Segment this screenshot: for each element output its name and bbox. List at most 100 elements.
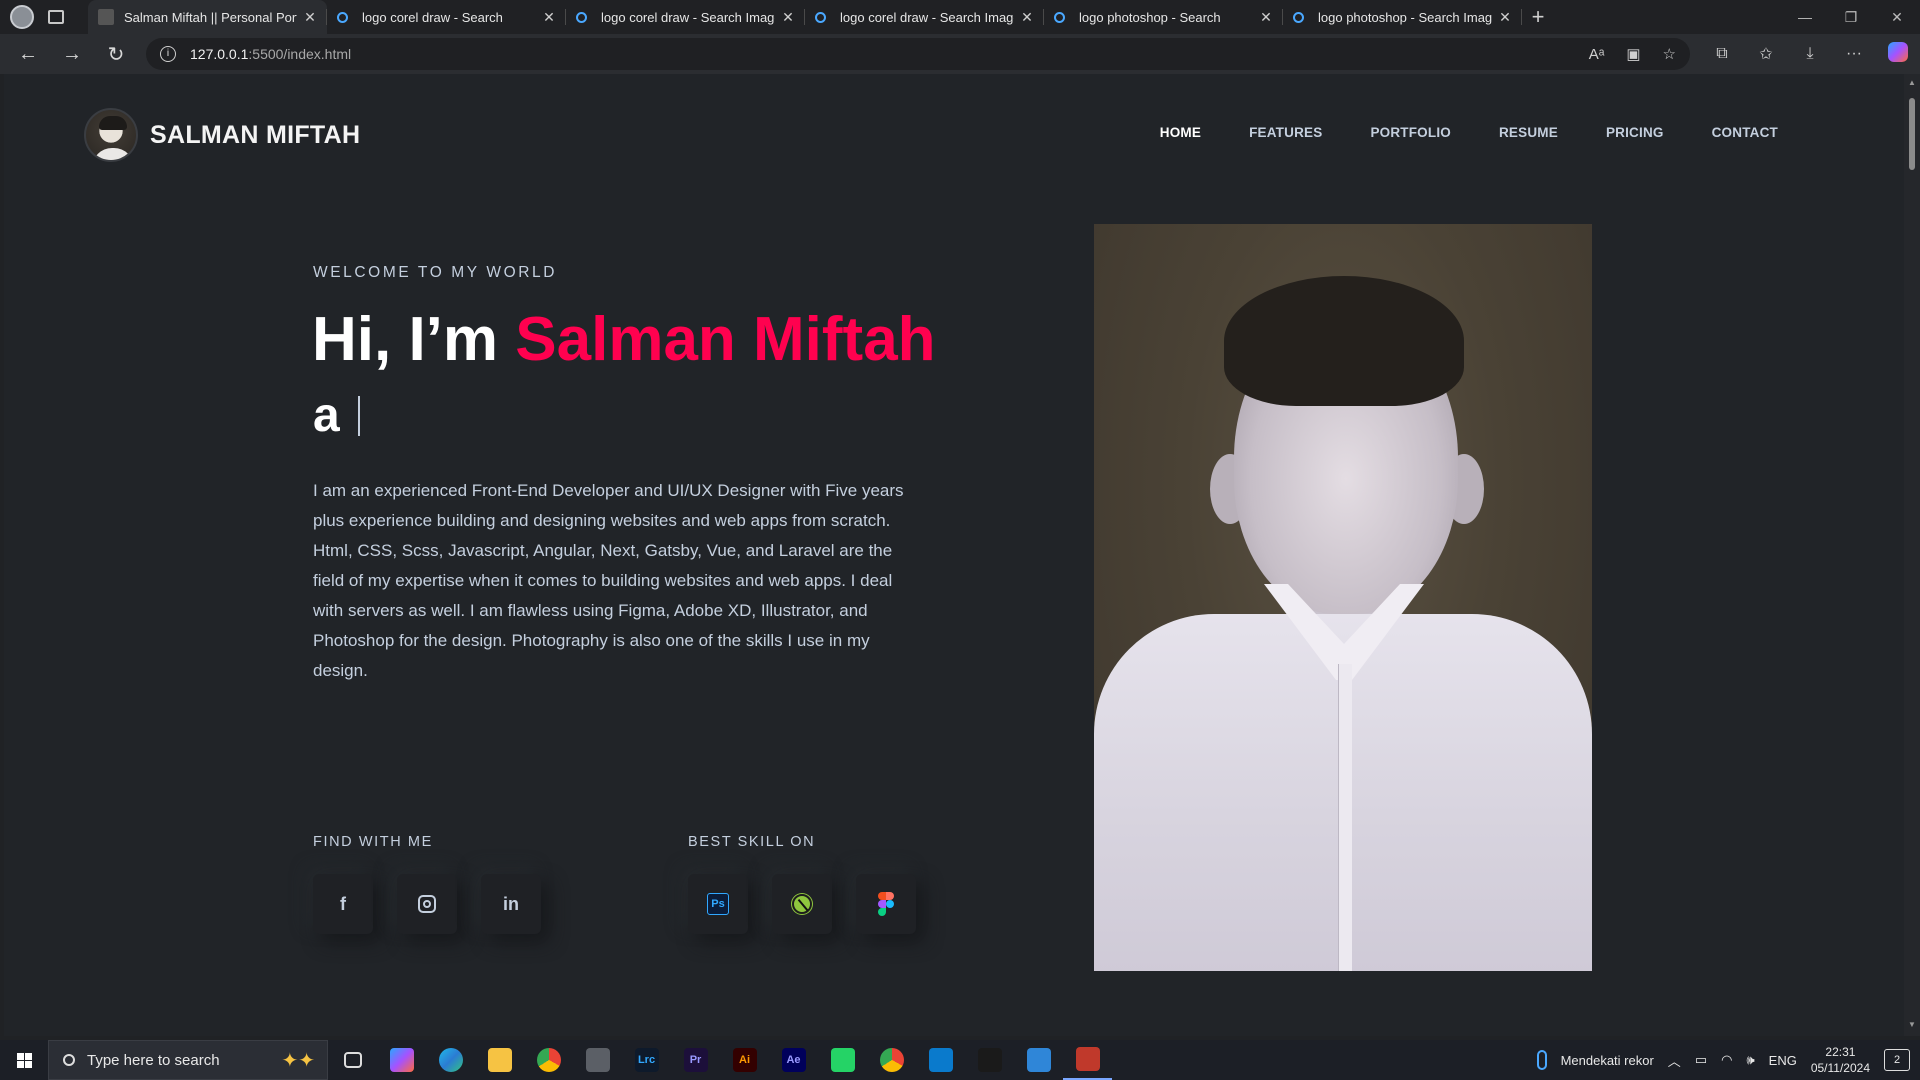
taskbar-search[interactable]: Type here to search ✦✦ <box>48 1040 328 1080</box>
avatar <box>84 108 138 162</box>
nav-resume[interactable]: RESUME <box>1499 125 1558 140</box>
close-tab-icon[interactable]: ✕ <box>542 9 556 26</box>
taskbar-app[interactable] <box>475 1040 524 1080</box>
coreldraw-app-icon <box>977 1048 1002 1072</box>
close-tab-icon[interactable]: ✕ <box>781 9 795 26</box>
taskbar-app[interactable] <box>573 1040 622 1080</box>
instagram-icon <box>418 895 436 913</box>
coreldraw-skill[interactable] <box>772 874 832 934</box>
nav-portfolio[interactable]: PORTFOLIO <box>1370 125 1451 140</box>
forward-icon[interactable]: → <box>50 43 94 66</box>
tab-actions-icon[interactable] <box>48 10 64 24</box>
browser-tab[interactable]: Salman Miftah || Personal Portfolio ✕ <box>88 0 327 34</box>
site-logo[interactable]: SALMAN MIFTAH <box>84 108 360 162</box>
search-icon <box>1054 11 1065 23</box>
url-field[interactable]: i 127.0.0.1:5500/index.html A͏ᵃ ▣ ☆ <box>146 38 1690 70</box>
notification-icon[interactable]: 2 <box>1884 1049 1910 1071</box>
linkedin-icon: in <box>503 893 519 914</box>
nav-home[interactable]: HOME <box>1160 125 1201 140</box>
back-icon[interactable]: ← <box>6 43 50 66</box>
network-icon[interactable]: ◠ <box>1721 1052 1732 1068</box>
taskbar-app[interactable]: Pr <box>671 1040 720 1080</box>
page-scrollbar[interactable]: ▲ ▼ <box>1904 74 1920 1036</box>
start-button[interactable] <box>0 1040 48 1080</box>
taskbar-apps: Lrc Pr Ai Ae <box>328 1040 1112 1080</box>
new-tab-button[interactable]: + <box>1522 4 1554 30</box>
downloads-icon[interactable]: ⤓ <box>1788 45 1832 63</box>
close-tab-icon[interactable]: ✕ <box>1259 9 1273 26</box>
immersive-reader-icon[interactable]: ▣ <box>1626 45 1640 63</box>
file-explorer-icon <box>487 1048 512 1072</box>
tray-chevron-icon[interactable]: ︿ <box>1668 1051 1681 1070</box>
close-tab-icon[interactable]: ✕ <box>303 9 317 26</box>
main-nav: HOME FEATURES PORTFOLIO RESUME PRICING CONTAC… <box>1160 125 1778 140</box>
taskbar-app[interactable]: Ae <box>769 1040 818 1080</box>
browser-tab[interactable]: logo corel draw - Search Images ✕ <box>566 0 805 34</box>
clock[interactable]: 22:31 05/11/2024 <box>1811 1044 1870 1076</box>
taskbar-app[interactable] <box>328 1040 377 1080</box>
clock-date: 05/11/2024 <box>1810 1061 1870 1075</box>
scroll-down-icon[interactable]: ▼ <box>1908 1021 1916 1029</box>
calculator-icon <box>585 1048 610 1072</box>
more-menu-icon[interactable]: ··· <box>1832 45 1876 63</box>
volume-icon[interactable]: 🕪 <box>1746 1052 1754 1068</box>
windows-taskbar: Type here to search ✦✦ Lrc Pr Ai Ae Mendeka… <box>0 1040 1920 1080</box>
taskbar-app[interactable] <box>867 1040 916 1080</box>
browser-tab[interactable]: logo corel draw - Search ✕ <box>327 0 566 34</box>
best-skill-label: BEST SKILL ON <box>688 834 816 850</box>
taskbar-app[interactable] <box>818 1040 867 1080</box>
instagram-link[interactable] <box>397 874 457 934</box>
url-path: :5500/index.html <box>248 46 352 62</box>
taskbar-app[interactable] <box>965 1040 1014 1080</box>
scroll-thumb[interactable] <box>1909 98 1915 170</box>
hero-bio: I am an experienced Front-End Developer … <box>313 481 904 680</box>
nav-pricing[interactable]: PRICING <box>1606 125 1664 140</box>
browser-tab[interactable]: logo photoshop - Search ✕ <box>1044 0 1283 34</box>
weather-icon[interactable] <box>1536 1050 1547 1070</box>
taskbar-app[interactable] <box>524 1040 573 1080</box>
site-info-icon[interactable]: i <box>160 46 176 62</box>
language-indicator[interactable]: ENG <box>1769 1053 1797 1068</box>
copilot-icon[interactable] <box>1876 41 1920 67</box>
meet-icon[interactable]: ▭ <box>1695 1052 1707 1068</box>
find-with-me-label: FIND WITH ME <box>313 834 433 850</box>
photoshop-skill[interactable]: Ps <box>688 874 748 934</box>
read-aloud-icon[interactable]: A͏ᵃ <box>1589 46 1605 63</box>
favorites-icon[interactable]: ✩ <box>1744 44 1788 64</box>
taskbar-app[interactable] <box>1063 1040 1112 1080</box>
reload-icon[interactable]: ↻ <box>94 42 138 67</box>
figma-icon <box>878 892 894 916</box>
chrome-profile-icon <box>879 1048 904 1072</box>
nav-contact[interactable]: CONTACT <box>1712 125 1778 140</box>
typing-caret <box>357 395 360 436</box>
linkedin-link[interactable]: in <box>481 874 541 934</box>
profile-icon[interactable] <box>10 5 34 29</box>
taskbar-app[interactable]: Ai <box>720 1040 769 1080</box>
nav-features[interactable]: FEATURES <box>1249 125 1322 140</box>
close-window-icon[interactable]: ✕ <box>1874 0 1920 34</box>
lightroom-classic-icon: Lrc <box>634 1048 659 1072</box>
taskbar-app[interactable] <box>426 1040 475 1080</box>
taskbar-app[interactable] <box>1014 1040 1063 1080</box>
browser-tab[interactable]: logo photoshop - Search Images ✕ <box>1283 0 1522 34</box>
social-links: f in <box>313 874 541 934</box>
taskbar-app[interactable] <box>916 1040 965 1080</box>
weather-text[interactable]: Mendekati rekor <box>1561 1053 1654 1068</box>
taskbar-app[interactable]: Lrc <box>622 1040 671 1080</box>
figma-skill[interactable] <box>856 874 916 934</box>
system-tray: Mendekati rekor ︿ ▭ ◠ 🕪 ENG 22:31 05/11/… <box>1536 1040 1920 1080</box>
edge-icon <box>438 1048 463 1072</box>
extensions-icon[interactable]: ⧉ <box>1700 45 1744 63</box>
facebook-link[interactable]: f <box>313 874 373 934</box>
minimize-icon[interactable]: — <box>1782 0 1828 34</box>
scroll-up-icon[interactable]: ▲ <box>1908 79 1916 87</box>
browser-tab[interactable]: logo corel draw - Search Images ✕ <box>805 0 1044 34</box>
close-tab-icon[interactable]: ✕ <box>1498 9 1512 26</box>
taskbar-app[interactable] <box>377 1040 426 1080</box>
restore-icon[interactable]: ❐ <box>1828 0 1874 34</box>
favorite-star-icon[interactable]: ☆ <box>1663 45 1676 63</box>
windows-logo-icon <box>16 1052 32 1068</box>
close-tab-icon[interactable]: ✕ <box>1020 9 1034 26</box>
photos-icon <box>1026 1048 1051 1072</box>
search-highlight-icon[interactable]: ✦✦ <box>281 1048 315 1073</box>
